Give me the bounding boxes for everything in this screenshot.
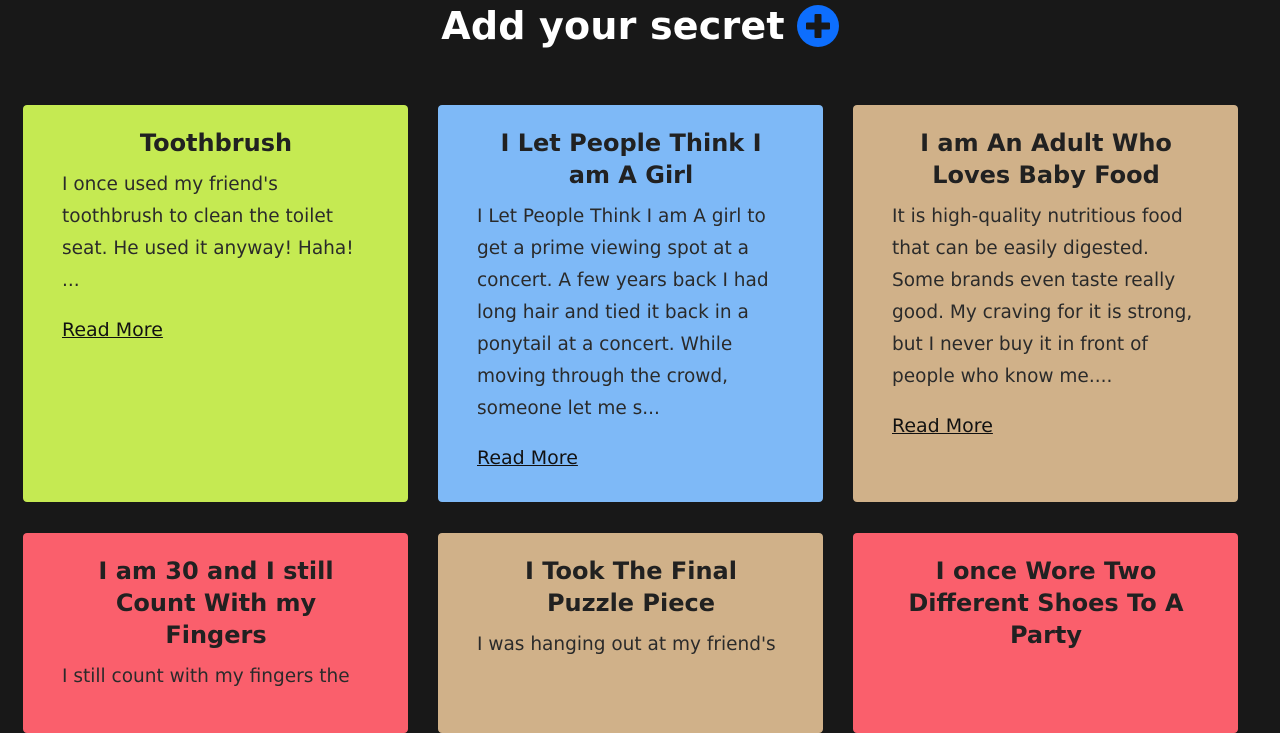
secret-card: I Let People Think I am A Girl I Let Peo… (438, 105, 823, 502)
card-title: I am An Adult Who Loves Baby Food (920, 129, 1172, 189)
card-title: I Let People Think I am A Girl (500, 129, 762, 189)
secret-card: I am An Adult Who Loves Baby Food It is … (853, 105, 1238, 502)
read-more-link[interactable]: Read More (892, 413, 993, 439)
card-title: I once Wore Two Different Shoes To A Par… (908, 557, 1184, 649)
page-header: Add your secret (0, 0, 1280, 60)
plus-circle-icon[interactable] (796, 5, 839, 47)
secret-card: I am 30 and I still Count With my Finger… (23, 533, 408, 733)
header-inner: Add your secret (441, 4, 839, 48)
read-more-link[interactable]: Read More (62, 317, 163, 343)
card-text: I was hanging out at my friend's (477, 634, 776, 655)
secret-card: I once Wore Two Different Shoes To A Par… (853, 533, 1238, 733)
secret-card: Toothbrush I once used my friend's tooth… (23, 105, 408, 502)
page-title: Add your secret (441, 4, 785, 48)
card-title: Toothbrush (139, 129, 293, 157)
read-more-link[interactable]: Read More (477, 445, 578, 471)
card-title: I Took The Final Puzzle Piece (525, 557, 737, 617)
secret-card: I Took The Final Puzzle Piece I was hang… (438, 533, 823, 733)
card-text: I once used my friend's toothbrush to cl… (62, 174, 354, 291)
card-text: I Let People Think I am A girl to get a … (477, 206, 769, 419)
card-text: I still count with my fingers the (62, 666, 350, 687)
card-text: It is high-quality nutritious food that … (892, 206, 1193, 387)
secrets-grid: Toothbrush I once used my friend's tooth… (23, 105, 1238, 733)
card-title: I am 30 and I still Count With my Finger… (98, 557, 334, 649)
